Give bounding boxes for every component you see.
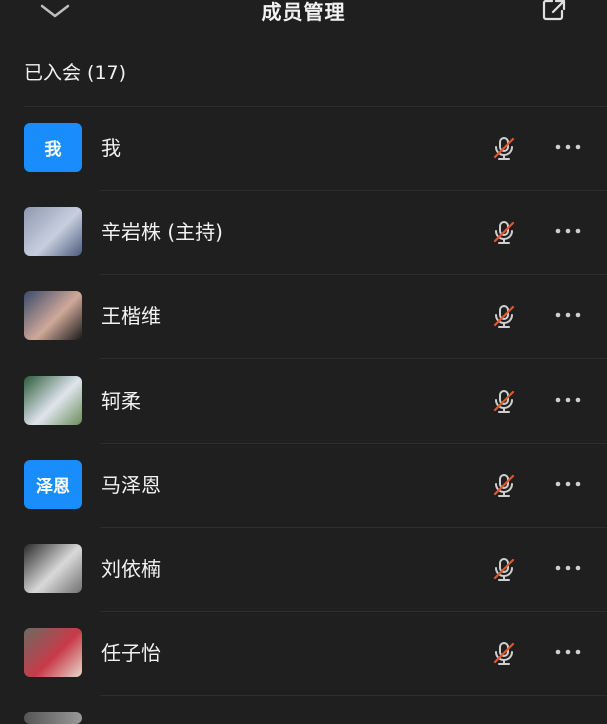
member-row[interactable]: 辛岩株 (主持) <box>0 191 607 276</box>
more-options-icon[interactable] <box>553 223 583 239</box>
mic-muted-icon[interactable] <box>491 303 517 329</box>
more-options-icon[interactable] <box>553 476 583 492</box>
mic-muted-icon[interactable] <box>491 472 517 498</box>
avatar <box>24 628 82 678</box>
member-row[interactable]: 轲柔 <box>0 360 607 444</box>
more-options-icon[interactable] <box>553 392 583 408</box>
member-row[interactable]: 泽恩 马泽恩 <box>0 444 607 528</box>
member-name: 任子怡 <box>101 641 161 666</box>
member-row[interactable]: 我我 <box>0 107 607 191</box>
member-row[interactable]: 刘依楠 <box>0 528 607 612</box>
member-row[interactable]: 王楷维 <box>0 275 607 360</box>
mic-muted-icon[interactable] <box>491 219 517 245</box>
member-name: 刘依楠 <box>101 557 161 581</box>
avatar <box>24 207 82 257</box>
member-name: 马泽恩 <box>101 472 161 497</box>
section-label: 已入会 (17) <box>24 62 127 84</box>
avatar: 我 <box>24 123 82 172</box>
more-options-icon[interactable] <box>553 644 583 660</box>
more-options-icon[interactable] <box>553 560 583 576</box>
mic-muted-icon[interactable] <box>491 556 517 582</box>
member-row[interactable]: 任子怡 <box>0 612 607 697</box>
member-name: 我 <box>101 136 121 160</box>
member-name: 王楷维 <box>101 304 161 329</box>
avatar <box>24 544 82 593</box>
page-title: 成员管理 <box>261 0 346 24</box>
row-divider <box>100 695 607 697</box>
member-name: 辛岩株 (主持) <box>101 220 223 245</box>
mic-muted-icon[interactable] <box>491 388 517 414</box>
mic-muted-icon[interactable] <box>491 640 517 666</box>
header: 成员管理 <box>0 0 607 30</box>
more-options-icon[interactable] <box>553 139 583 155</box>
avatar <box>24 712 82 724</box>
mic-muted-icon[interactable] <box>491 135 517 161</box>
more-options-icon[interactable] <box>553 307 583 323</box>
avatar: 泽恩 <box>24 459 82 509</box>
member-name: 轲柔 <box>101 388 141 413</box>
avatar <box>24 375 82 425</box>
avatar <box>24 291 82 341</box>
external-share-icon[interactable] <box>541 0 567 22</box>
